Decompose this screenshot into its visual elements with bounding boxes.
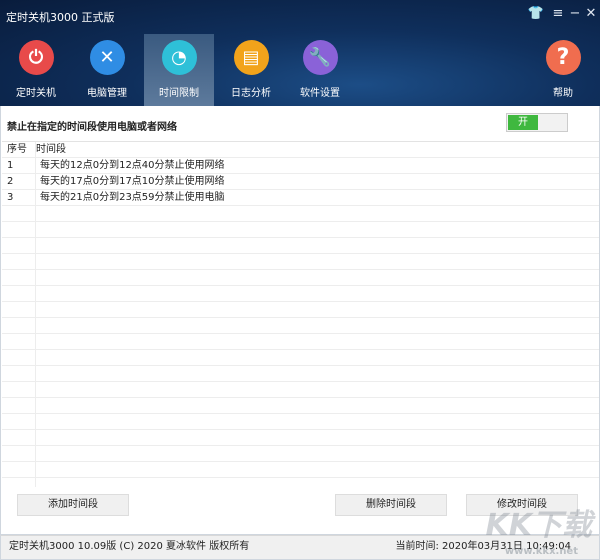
empty-row (2, 334, 599, 350)
tab-label: 帮助 (553, 88, 573, 99)
empty-row (2, 270, 599, 286)
tab-label: 电脑管理 (87, 88, 127, 99)
tab-label: 定时关机 (16, 88, 56, 99)
cell-period: 每天的17点0分到17点10分禁止使用网络 (40, 176, 225, 187)
log-icon: ▤ (233, 40, 269, 75)
empty-row (2, 286, 599, 302)
cell-index: 2 (7, 176, 14, 187)
tab-shutdown[interactable]: ⏻ 定时关机 (1, 34, 71, 106)
table-row[interactable]: 2 每天的17点0分到17点10分禁止使用网络 (2, 174, 599, 190)
tools-icon: ✕ (89, 40, 125, 75)
empty-row (2, 206, 599, 222)
empty-row (2, 414, 599, 430)
rule-label: 禁止在指定的时间段使用电脑或者网络 (7, 122, 177, 133)
menu-icon[interactable]: ≡ (549, 6, 567, 21)
empty-row (2, 398, 599, 414)
settings-icon: 🔧 (302, 40, 338, 75)
empty-row (2, 254, 599, 270)
help-icon: ? (545, 40, 581, 75)
header-index[interactable]: 序号 (7, 142, 27, 158)
empty-row (2, 430, 599, 446)
empty-row (2, 382, 599, 398)
timer-icon: ◔ (161, 40, 197, 75)
header: 定时关机3000 正式版 👕 ≡ − ✕ ⏻ 定时关机 ✕ 电脑管理 ◔ 时间限… (0, 0, 600, 106)
tab-help[interactable]: ? 帮助 (528, 34, 598, 106)
empty-row (2, 462, 599, 478)
empty-row (2, 350, 599, 366)
empty-row (2, 446, 599, 462)
table-header: 序号 时间段 (2, 142, 599, 158)
delete-period-button[interactable]: 删除时间段 (335, 494, 447, 516)
tab-time-limit[interactable]: ◔ 时间限制 (144, 34, 214, 106)
cell-period: 每天的12点0分到12点40分禁止使用网络 (40, 160, 225, 171)
empty-row (2, 318, 599, 334)
tab-label: 时间限制 (159, 88, 199, 99)
cell-period: 每天的21点0分到23点59分禁止使用电脑 (40, 192, 225, 203)
header-period[interactable]: 时间段 (36, 142, 66, 158)
table-row[interactable]: 1 每天的12点0分到12点40分禁止使用网络 (2, 158, 599, 174)
power-icon: ⏻ (18, 40, 54, 75)
empty-row (2, 366, 599, 382)
add-period-button[interactable]: 添加时间段 (17, 494, 129, 516)
empty-row (2, 222, 599, 238)
copyright-text: 定时关机3000 10.09版 (C) 2020 夏冰软件 版权所有 (9, 541, 250, 552)
table-row[interactable]: 3 每天的21点0分到23点59分禁止使用电脑 (2, 190, 599, 206)
close-icon[interactable]: ✕ (582, 6, 600, 21)
cell-index: 3 (7, 192, 14, 203)
enable-toggle[interactable]: 开 (506, 113, 568, 132)
time-period-table: 序号 时间段 1 每天的12点0分到12点40分禁止使用网络 2 每天的17点0分到… (2, 141, 599, 487)
watermark-url: www.kkx.net (504, 546, 578, 557)
tab-log-analysis[interactable]: ▤ 日志分析 (216, 34, 286, 106)
empty-row (2, 302, 599, 318)
cell-index: 1 (7, 160, 14, 171)
tab-label: 软件设置 (300, 88, 340, 99)
tab-settings[interactable]: 🔧 软件设置 (285, 34, 355, 106)
empty-row (2, 238, 599, 254)
tab-label: 日志分析 (231, 88, 271, 99)
time-limit-panel: 禁止在指定的时间段使用电脑或者网络 开 序号 时间段 1 每天的12点0分到12点… (0, 106, 600, 535)
window-title: 定时关机3000 正式版 (6, 11, 115, 24)
tab-computer-management[interactable]: ✕ 电脑管理 (72, 34, 142, 106)
toggle-on-label: 开 (508, 115, 538, 130)
skin-icon[interactable]: 👕 (527, 6, 545, 21)
watermark-logo: KK下载 (485, 508, 593, 543)
